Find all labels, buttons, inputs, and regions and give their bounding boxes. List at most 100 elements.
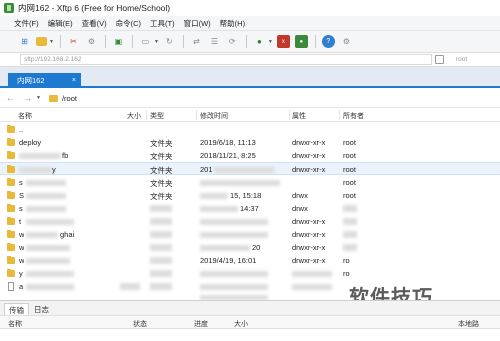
menu-tools[interactable]: 工具(T) — [150, 18, 175, 29]
session-tab[interactable]: 内网162 × — [8, 73, 81, 88]
column-divider[interactable] — [289, 110, 290, 120]
new-window-icon[interactable]: ▣ — [112, 35, 125, 48]
redacted-name — [26, 245, 70, 251]
new-session-icon[interactable]: ⊞ — [18, 35, 31, 48]
redacted-type — [150, 283, 172, 290]
transfer-column-local-path[interactable]: 本地路 — [458, 319, 479, 329]
terminal-icon[interactable]: ● — [294, 35, 308, 48]
column-divider[interactable] — [196, 110, 197, 120]
file-name-suffix: ghai — [60, 230, 75, 239]
file-owner: root — [343, 138, 356, 147]
column-divider[interactable] — [339, 110, 340, 120]
column-type[interactable]: 类型 — [150, 111, 164, 121]
column-owner[interactable]: 所有者 — [343, 111, 364, 121]
transfer-icon[interactable]: ⇄ — [190, 35, 203, 48]
folder-icon — [7, 243, 15, 251]
file-type: 文件夹 — [150, 166, 173, 175]
folder-icon — [7, 178, 15, 186]
menu-window[interactable]: 窗口(W) — [184, 18, 211, 29]
file-row[interactable]: .. — [0, 123, 500, 136]
redacted-date — [200, 271, 268, 277]
file-name: w — [19, 243, 25, 252]
menu-bar: 文件(F) 编辑(E) 查看(V) 命令(C) 工具(T) 窗口(W) 帮助(H… — [0, 16, 500, 31]
close-icon[interactable]: × — [72, 73, 76, 88]
menu-command[interactable]: 命令(C) — [116, 18, 141, 29]
refresh-icon[interactable]: ↻ — [163, 35, 176, 48]
queue-icon[interactable]: ☰ — [208, 35, 221, 48]
menu-view[interactable]: 查看(V) — [82, 18, 107, 29]
sync-icon[interactable]: ⟳ — [226, 35, 239, 48]
file-row[interactable]: s 文件夹 root — [0, 176, 500, 189]
menu-edit[interactable]: 编辑(E) — [48, 18, 73, 29]
file-row[interactable]: t drwxr-xr-x — [0, 215, 500, 228]
open-folder-icon[interactable] — [36, 37, 47, 46]
redacted-owner — [343, 218, 357, 225]
transfer-list-header: 名称 状态 进度 大小 本地路 — [0, 315, 500, 329]
redacted-attr — [292, 284, 332, 290]
layout-icon[interactable]: ▭ — [139, 35, 152, 48]
column-attributes[interactable]: 属性 — [292, 111, 306, 121]
folder-icon — [7, 191, 15, 199]
file-row[interactable]: w 2019/4/19, 16:01 drwxr-xr-x ro — [0, 254, 500, 267]
file-row-selected[interactable]: y 文件夹 201 drwxr-xr-x root — [0, 162, 500, 175]
folder-icon — [7, 217, 15, 225]
column-size[interactable]: 大小 — [127, 111, 141, 121]
address-go-icon[interactable] — [435, 55, 444, 64]
open-dropdown-icon[interactable]: ▼ — [49, 39, 54, 45]
folder-icon — [7, 204, 15, 212]
column-divider[interactable] — [146, 110, 147, 120]
transfer-column-name[interactable]: 名称 — [8, 319, 22, 329]
layout-dropdown-icon[interactable]: ▼ — [154, 39, 159, 45]
menu-file[interactable]: 文件(F) — [14, 18, 39, 29]
file-attributes: drwxr-xr-x — [292, 165, 326, 174]
file-attributes: drwxr-xr-x — [292, 138, 326, 147]
folder-icon — [7, 230, 15, 238]
redacted-date — [200, 232, 268, 238]
file-row[interactable]: S 文件夹 15, 15:18 drwx root — [0, 189, 500, 202]
column-modified[interactable]: 修改时间 — [200, 111, 228, 121]
globe-dropdown-icon[interactable]: ▼ — [268, 39, 273, 45]
history-dropdown-icon[interactable]: ▼ — [36, 95, 41, 101]
redacted-name — [26, 193, 66, 199]
file-name: y — [19, 269, 23, 278]
file-owner: ro — [343, 256, 350, 265]
file-row[interactable]: w 20 drwxr-xr-x — [0, 241, 500, 254]
file-row[interactable]: y ro — [0, 267, 500, 280]
file-name: t — [19, 217, 22, 226]
file-name: w — [19, 230, 25, 239]
file-owner: root — [343, 191, 356, 200]
file-modified: 15, 15:18 — [230, 191, 262, 200]
file-modified: 2019/4/19, 16:01 — [200, 256, 257, 265]
column-name[interactable]: 名称 — [18, 111, 32, 121]
redacted-date — [200, 284, 268, 290]
file-modified: 201 — [200, 165, 213, 174]
file-attributes: drwx — [292, 191, 308, 200]
transfer-column-progress[interactable]: 进度 — [194, 319, 208, 329]
file-name: s — [19, 204, 23, 213]
menu-help[interactable]: 帮助(H) — [220, 18, 245, 29]
username-field[interactable]: root — [456, 56, 467, 63]
redacted-name — [26, 258, 70, 264]
redacted-owner — [343, 205, 357, 212]
file-row[interactable]: s 14:37 drwx — [0, 202, 500, 215]
file-row[interactable]: deploy 文件夹 2019/6/18, 11:13 drwxr-xr-x r… — [0, 136, 500, 149]
reconnect-icon[interactable]: ⚙ — [85, 35, 98, 48]
xshell-icon[interactable]: x — [276, 35, 290, 48]
current-path[interactable]: /root — [62, 94, 77, 103]
back-arrow-icon[interactable]: ← — [4, 92, 17, 105]
redacted-name — [26, 232, 58, 238]
globe-icon[interactable]: ● — [253, 35, 266, 48]
disconnect-icon[interactable]: ✂ — [67, 35, 80, 48]
help-icon[interactable]: ? — [321, 35, 335, 48]
file-row[interactable]: fb 文件夹 2018/11/21, 8:25 drwxr-xr-x root — [0, 149, 500, 162]
file-row[interactable]: w ghai drwxr-xr-x — [0, 228, 500, 241]
file-owner: root — [343, 151, 356, 160]
host-address-input[interactable]: sftp://192.168.2.162 — [20, 54, 432, 65]
folder-icon — [48, 94, 58, 102]
transfer-column-size[interactable]: 大小 — [234, 319, 248, 329]
redacted-owner — [343, 244, 357, 251]
transfer-column-status[interactable]: 状态 — [133, 319, 147, 329]
forward-arrow-icon[interactable]: → — [21, 92, 34, 105]
toolbar-divider — [245, 35, 247, 48]
settings-icon[interactable]: ⚙ — [340, 35, 353, 48]
